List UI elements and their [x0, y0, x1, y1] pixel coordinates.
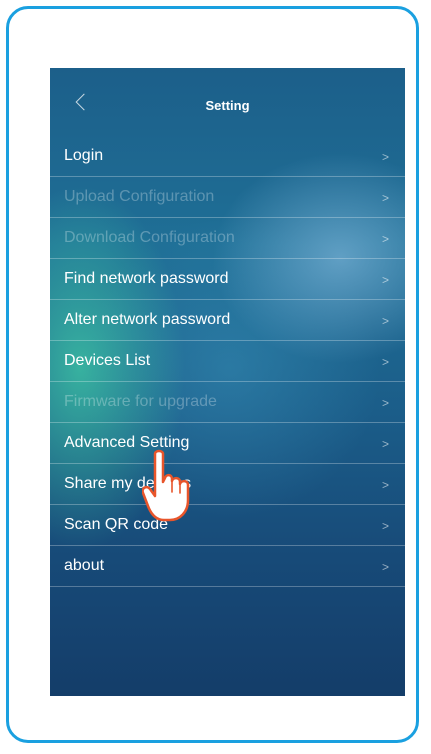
chevron-right-icon: >: [381, 355, 389, 369]
settings-list: Login > Upload Configuration > Download …: [50, 136, 405, 587]
menu-item-find-network-password[interactable]: Find network password >: [50, 259, 405, 300]
chevron-right-icon: >: [381, 314, 389, 328]
menu-item-label: about: [64, 557, 105, 574]
menu-item-label: Upload Configuration: [64, 188, 215, 205]
menu-item-label: Find network password: [64, 270, 229, 287]
menu-item-download-configuration: Download Configuration >: [50, 218, 405, 259]
menu-item-share-my-devices[interactable]: Share my devices >: [50, 464, 405, 505]
menu-item-label: Alter network password: [64, 311, 231, 328]
menu-item-firmware-for-upgrade: Firmware for upgrade >: [50, 382, 405, 423]
menu-item-label: Devices List: [64, 352, 151, 369]
chevron-right-icon: >: [381, 150, 389, 164]
chevron-right-icon: >: [381, 478, 389, 492]
menu-item-label: Login: [64, 147, 104, 164]
chevron-right-icon: >: [381, 437, 389, 451]
app-screen: Setting Login > Upload Configuration > D…: [50, 68, 405, 696]
menu-item-devices-list[interactable]: Devices List >: [50, 341, 405, 382]
menu-item-about[interactable]: about >: [50, 546, 405, 587]
menu-item-label: Download Configuration: [64, 229, 235, 246]
nav-header: Setting: [50, 68, 405, 136]
chevron-right-icon: >: [381, 560, 389, 574]
menu-item-login[interactable]: Login >: [50, 136, 405, 177]
pointing-hand-icon: [142, 449, 190, 522]
chevron-right-icon: >: [381, 519, 389, 533]
chevron-right-icon: >: [381, 232, 389, 246]
menu-item-scan-qr-code[interactable]: Scan QR code >: [50, 505, 405, 546]
menu-item-advanced-setting[interactable]: Advanced Setting >: [50, 423, 405, 464]
chevron-right-icon: >: [381, 396, 389, 410]
page-title: Setting: [205, 98, 250, 113]
menu-item-upload-configuration: Upload Configuration >: [50, 177, 405, 218]
menu-item-label: Firmware for upgrade: [64, 393, 217, 410]
chevron-right-icon: >: [381, 273, 389, 287]
menu-item-alter-network-password[interactable]: Alter network password >: [50, 300, 405, 341]
chevron-right-icon: >: [381, 191, 389, 205]
